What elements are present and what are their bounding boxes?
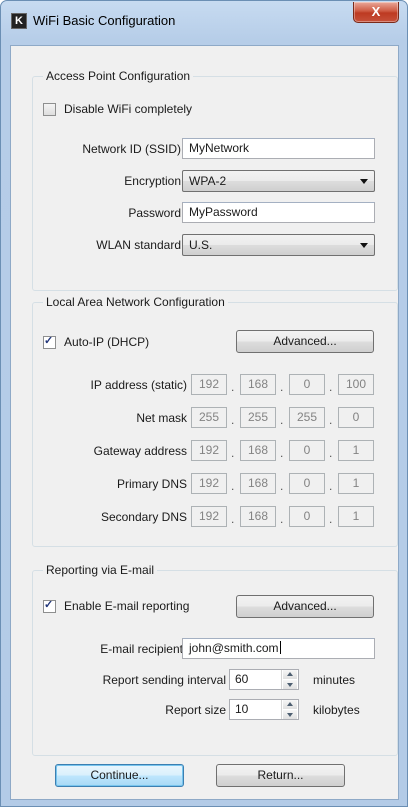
lan-advanced-button[interactable]: Advanced... (236, 330, 374, 353)
interval-spinner[interactable]: 60 (229, 669, 299, 690)
password-input[interactable]: MyPassword (182, 202, 375, 223)
close-icon: X (371, 4, 381, 19)
spinner-buttons (281, 670, 298, 689)
text-caret (279, 641, 281, 654)
octet-separator: . (280, 446, 284, 460)
interval-label: Report sending interval (102, 673, 226, 687)
lan-legend: Local Area Network Configuration (43, 295, 228, 309)
ip-octet-field[interactable]: 168 (240, 473, 276, 494)
report-size-unit: kilobytes (313, 703, 360, 717)
ip-octet-field[interactable]: 0 (289, 473, 325, 494)
ip-octet-field[interactable]: 168 (240, 374, 276, 395)
spin-up-icon[interactable] (283, 670, 297, 679)
octet-separator: . (280, 380, 284, 394)
ip-octet-field[interactable]: 0 (289, 440, 325, 461)
octet-separator: . (231, 512, 235, 526)
octet-separator: . (329, 512, 333, 526)
ssid-label: Network ID (SSID) (82, 142, 181, 156)
access-point-group: Access Point Configuration Disable WiFi … (32, 69, 398, 291)
octet-separator: . (329, 479, 333, 493)
ip-octet-field[interactable]: 168 (240, 440, 276, 461)
ssid-input[interactable]: MyNetwork (182, 138, 375, 159)
spin-down-icon[interactable] (283, 710, 297, 719)
ip-octet-field[interactable]: 255 (289, 407, 325, 428)
encryption-select[interactable]: WPA-2 (182, 170, 375, 192)
report-size-label: Report size (165, 703, 226, 717)
disable-wifi-checkbox[interactable] (43, 103, 56, 116)
octet-separator: . (280, 413, 284, 427)
lan-group: Local Area Network Configuration ✓ Auto-… (32, 295, 398, 547)
ip-octet-field[interactable]: 192 (191, 473, 227, 494)
auto-ip-label: Auto-IP (DHCP) (64, 335, 150, 349)
octet-separator: . (329, 446, 333, 460)
app-icon: K (11, 13, 27, 29)
interval-unit: minutes (313, 673, 356, 687)
ip-octet-field[interactable]: 168 (240, 506, 276, 527)
encryption-value: WPA-2 (189, 174, 227, 188)
window-title: WiFi Basic Configuration (33, 13, 176, 28)
title-bar[interactable]: K WiFi Basic Configuration X (1, 1, 407, 45)
checkmark-icon: ✓ (44, 599, 54, 611)
chevron-down-icon (360, 243, 368, 248)
report-size-spinner[interactable]: 10 (229, 699, 299, 720)
ip-octet-field[interactable]: 1 (338, 440, 374, 461)
email-group: Reporting via E-mail ✓ Enable E-mail rep… (32, 563, 398, 756)
ip-octet-field[interactable]: 0 (289, 374, 325, 395)
ip-row-label: Gateway address (93, 444, 187, 458)
wlan-standard-value: U.S. (189, 238, 213, 252)
ip-octet-field[interactable]: 0 (338, 407, 374, 428)
close-button[interactable]: X (353, 2, 399, 23)
encryption-label: Encryption (124, 174, 181, 188)
report-size-value: 10 (235, 702, 249, 716)
ip-octet-field[interactable]: 1 (338, 506, 374, 527)
octet-separator: . (329, 413, 333, 427)
wlan-standard-label: WLAN standard (96, 238, 181, 252)
octet-separator: . (231, 479, 235, 493)
continue-button[interactable]: Continue... (55, 764, 184, 787)
password-label: Password (128, 206, 181, 220)
octet-separator: . (231, 413, 235, 427)
ip-row-label: IP address (static) (90, 378, 187, 392)
email-recipient-value: john@smith.com (189, 641, 279, 655)
ip-octet-field[interactable]: 192 (191, 506, 227, 527)
ip-octet-field[interactable]: 0 (289, 506, 325, 527)
interval-value: 60 (235, 672, 249, 686)
auto-ip-checkbox[interactable]: ✓ (43, 335, 56, 349)
spinner-buttons (281, 700, 298, 719)
ip-row-label: Net mask (136, 411, 187, 425)
octet-separator: . (280, 512, 284, 526)
octet-separator: . (280, 479, 284, 493)
disable-wifi-label: Disable WiFi completely (64, 102, 193, 116)
ip-octet-field[interactable]: 1 (338, 473, 374, 494)
email-legend: Reporting via E-mail (43, 563, 158, 577)
checkmark-icon: ✓ (44, 335, 54, 347)
octet-separator: . (329, 380, 333, 394)
dialog-window: K WiFi Basic Configuration X Access Poin… (0, 0, 408, 807)
access-point-legend: Access Point Configuration (43, 69, 194, 83)
enable-email-checkbox[interactable]: ✓ (43, 599, 56, 613)
spin-down-icon[interactable] (283, 680, 297, 689)
ip-octet-field[interactable]: 255 (240, 407, 276, 428)
email-recipient-input[interactable]: john@smith.com (182, 638, 375, 659)
octet-separator: . (231, 446, 235, 460)
ip-row-label: Secondary DNS (100, 510, 187, 524)
chevron-down-icon (360, 179, 368, 184)
ip-octet-field[interactable]: 255 (191, 407, 227, 428)
ip-octet-field[interactable]: 100 (338, 374, 374, 395)
spin-up-icon[interactable] (283, 700, 297, 709)
dialog-body: Access Point Configuration Disable WiFi … (10, 45, 399, 800)
wlan-standard-select[interactable]: U.S. (182, 234, 375, 256)
ip-row-label: Primary DNS (116, 477, 187, 491)
ip-octet-field[interactable]: 192 (191, 374, 227, 395)
email-recipient-label: E-mail recipient (100, 642, 183, 656)
email-advanced-button[interactable]: Advanced... (236, 595, 374, 618)
octet-separator: . (231, 380, 235, 394)
return-button[interactable]: Return... (216, 764, 345, 787)
ip-octet-field[interactable]: 192 (191, 440, 227, 461)
enable-email-label: Enable E-mail reporting (64, 599, 190, 613)
